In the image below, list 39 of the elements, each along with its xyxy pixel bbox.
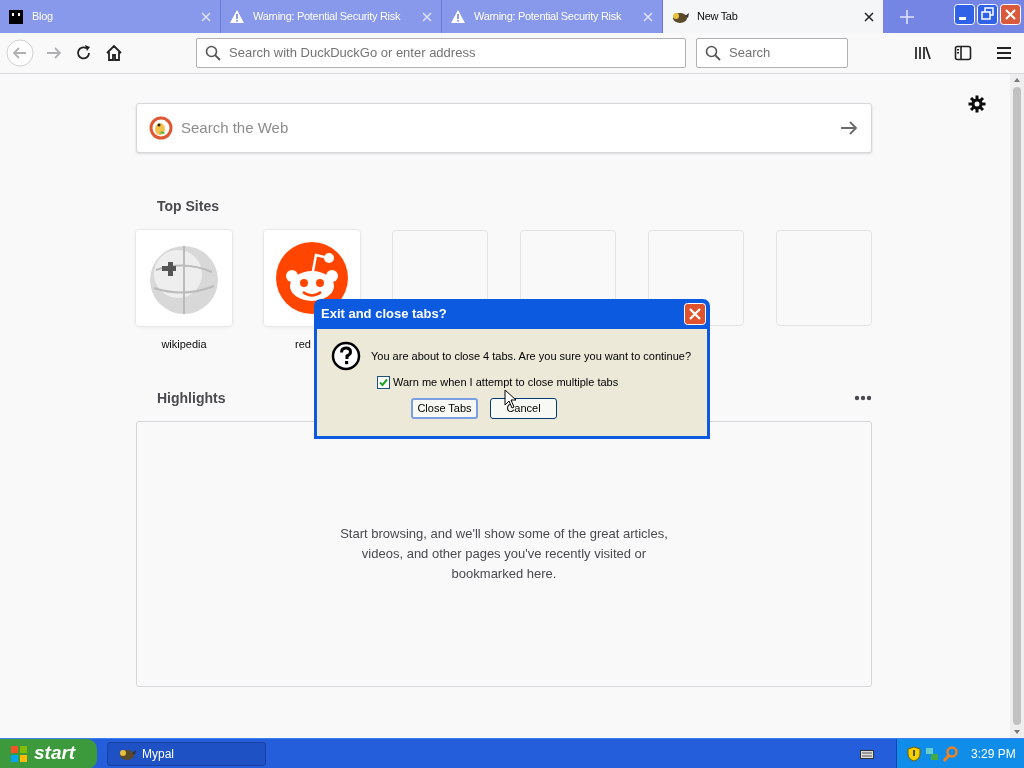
library-icon[interactable] xyxy=(914,45,932,61)
shield-icon[interactable] xyxy=(907,745,921,762)
minimize-icon[interactable] xyxy=(954,4,975,25)
keyboard-icon[interactable] xyxy=(860,747,874,760)
site-label[interactable]: wikipedia xyxy=(161,336,207,353)
checkbox-label[interactable]: Warn me when I attempt to close multiple tabs xyxy=(393,374,619,391)
dialog-title: Exit and close tabs? xyxy=(321,305,447,324)
menu-icon[interactable] xyxy=(996,45,1012,61)
check-icon xyxy=(379,377,388,387)
site-favicon-icon xyxy=(8,8,24,25)
clock-time: 3:29 PM xyxy=(971,745,1016,763)
scrollbar[interactable] xyxy=(1010,74,1024,738)
search-icon xyxy=(705,45,721,61)
close-icon[interactable] xyxy=(863,10,875,23)
address-bar[interactable]: Search with DuckDuckGo or enter address xyxy=(196,38,686,68)
warning-icon xyxy=(450,8,466,25)
sidebar-icon[interactable] xyxy=(954,45,972,61)
site-label[interactable]: red xyxy=(295,336,311,353)
home-icon[interactable] xyxy=(104,43,124,63)
checkbox[interactable] xyxy=(377,375,390,389)
duck-logo-icon xyxy=(149,116,173,140)
search-field[interactable]: Search xyxy=(696,38,848,68)
dialog-button[interactable]: Close Tabs xyxy=(411,397,478,419)
warning-icon xyxy=(229,8,245,25)
section-heading: Highlights xyxy=(157,388,226,408)
start-button[interactable]: start xyxy=(0,738,97,768)
question-icon xyxy=(331,341,361,371)
section-heading: Top Sites xyxy=(157,197,220,216)
scrollbar-thumb[interactable] xyxy=(1013,87,1021,725)
browser-tab[interactable]: New Tab xyxy=(663,0,883,33)
windows-flag-icon xyxy=(10,744,28,763)
dialog-button[interactable]: Cancel xyxy=(490,397,557,419)
empty-state-message: Start browsing, and we'll show some of the great articles, videos, and other pages you've recently visited or bookmarked here. xyxy=(339,524,669,583)
dialog-message: You are about to close 4 tabs. Are you sure you want to continue? xyxy=(371,348,692,364)
taskbar-button[interactable]: Mypal xyxy=(107,741,266,766)
search-icon xyxy=(205,45,221,61)
more-options-icon[interactable] xyxy=(854,395,872,401)
top-site-tile[interactable] xyxy=(136,230,232,326)
restore-icon[interactable] xyxy=(977,4,998,25)
